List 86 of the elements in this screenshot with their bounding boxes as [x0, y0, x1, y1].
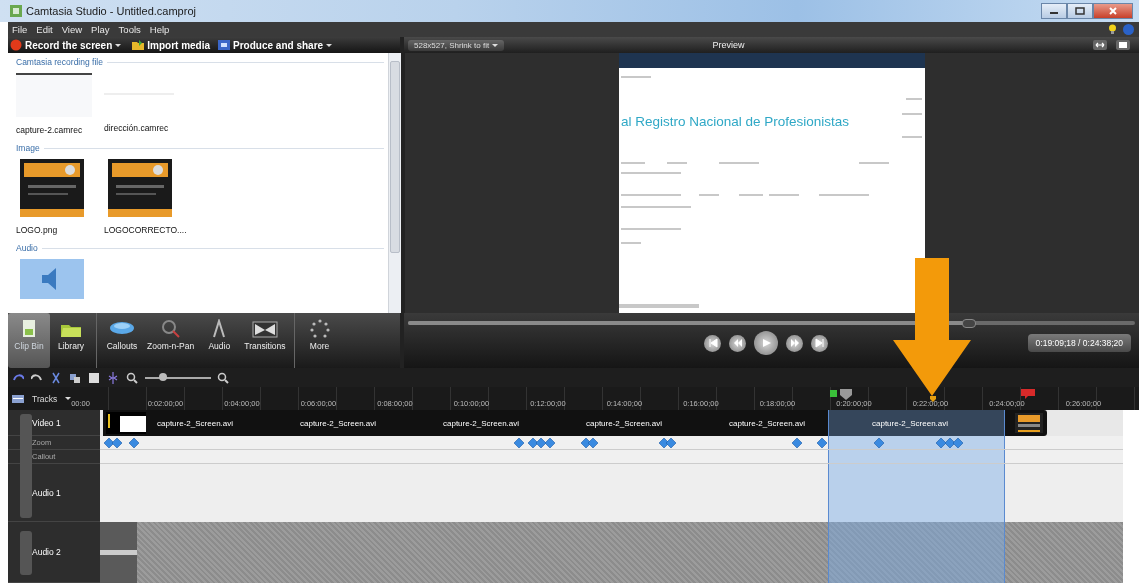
play-icon	[761, 338, 771, 348]
video-clip[interactable]: capture-2_Screen.avi capture-2_Screen.avi capture-2_Screen.avi capture-2_Screen.avi capture-2_Screen.avi capture-2_Screen.avi	[103, 410, 1047, 436]
task-tab[interactable]: Callouts	[101, 313, 143, 368]
preview-title: Preview	[711, 40, 746, 50]
caret-icon	[115, 43, 122, 47]
clip-bin-item[interactable]: LOGO.png	[16, 159, 104, 235]
track-name: Audio 1	[32, 487, 61, 498]
fast-forward-button[interactable]	[786, 334, 803, 352]
clip-bin-item[interactable]: capture-2.camrec	[16, 73, 104, 135]
size-dropdown[interactable]: 528x527, Shrink to fit	[408, 39, 505, 51]
play-button[interactable]	[754, 331, 778, 355]
menu-item[interactable]: Help	[149, 24, 170, 35]
task-tab[interactable]: Zoom-n-Pan	[143, 313, 199, 368]
page-heading: al Registro Nacional de Profesionistas	[621, 114, 850, 129]
cut-icon[interactable]	[50, 371, 62, 384]
start-marker-icon[interactable]	[830, 388, 854, 400]
menu-item[interactable]: Tools	[118, 24, 141, 35]
clip-thumbnail	[1015, 413, 1043, 433]
app-icon	[10, 5, 22, 17]
track-grip[interactable]	[20, 531, 32, 575]
clip-bin-item[interactable]: dirección.camrec	[104, 73, 192, 135]
maximize-icon	[1075, 7, 1085, 15]
menu-item[interactable]: Edit	[36, 24, 53, 35]
window-title: Camtasia Studio - Untitled.camproj	[26, 5, 197, 17]
tracks-icon	[12, 394, 24, 403]
copy-icon[interactable]	[69, 371, 81, 384]
skip-forward-icon	[814, 338, 825, 348]
clip-label: capture-2_Screen.avi	[585, 418, 664, 428]
rewind-icon	[732, 338, 743, 348]
track-name: Video 1	[32, 417, 61, 428]
menu-item[interactable]: File	[12, 24, 28, 35]
track-name: Audio 2	[32, 547, 61, 557]
toolbar-button[interactable]: Import media	[130, 39, 217, 51]
close-button[interactable]	[1093, 3, 1133, 19]
skip-back-icon	[707, 338, 718, 348]
minimize-button[interactable]	[1041, 3, 1067, 19]
import-icon	[132, 39, 145, 51]
task-tab[interactable]: Clip Bin	[8, 313, 50, 368]
clip-label: capture-2_Screen.avi	[442, 418, 521, 428]
toolbar-button[interactable]: Produce and share	[216, 39, 342, 51]
clip-bin-item[interactable]: LOGOCORRECTO....	[104, 159, 192, 235]
clip-label: capture-2_Screen.avi	[871, 418, 950, 428]
caret-icon	[492, 43, 499, 47]
image-thumbnail	[108, 159, 172, 217]
zoom-out-icon[interactable]	[126, 371, 138, 384]
slider-thumb[interactable]	[158, 372, 167, 381]
scrollbar[interactable]	[388, 53, 401, 313]
task-tab[interactable]: Audio	[198, 313, 241, 368]
clip-label: capture-2_Screen.avi	[299, 418, 378, 428]
menu-item[interactable]: View	[61, 24, 83, 35]
end-marker-icon[interactable]	[1021, 389, 1035, 399]
time-display: 0:19:09;18 / 0:24:38;20	[1027, 334, 1131, 352]
maximize-button[interactable]	[1067, 3, 1093, 19]
section-title: Camtasia recording file	[16, 57, 103, 67]
close-icon	[1108, 7, 1118, 15]
transitions-icon	[251, 319, 278, 339]
track-grip[interactable]	[20, 414, 32, 518]
zoom-slider[interactable]	[145, 376, 211, 379]
paste-icon[interactable]	[88, 371, 100, 384]
record-icon	[10, 39, 22, 51]
scrub-thumb[interactable]	[961, 319, 976, 328]
produce-icon	[218, 39, 231, 51]
detach-icon[interactable]	[1116, 40, 1130, 50]
menu-item[interactable]: Play	[91, 24, 110, 35]
rewind-button[interactable]	[729, 334, 746, 352]
task-tab[interactable]: Library	[50, 313, 92, 368]
skip-back-button[interactable]	[704, 334, 721, 352]
split-icon[interactable]	[107, 371, 119, 384]
skip-forward-button[interactable]	[811, 334, 828, 352]
clip-thumbnail	[106, 412, 146, 434]
toolbar-button[interactable]: Record the screen	[8, 39, 131, 51]
task-tab[interactable]: Transitions	[240, 313, 290, 368]
caret-icon	[65, 397, 72, 400]
task-tab[interactable]: More	[298, 313, 341, 368]
section-title: Image	[16, 143, 40, 153]
clip-label: capture-2_Screen.avi	[728, 418, 807, 428]
caret-icon	[326, 43, 333, 47]
fast-forward-icon	[789, 338, 800, 348]
fit-icon[interactable]	[1093, 40, 1107, 50]
clip-label: capture-2_Screen.avi	[156, 418, 235, 428]
image-thumbnail	[20, 159, 84, 217]
audio-clip[interactable]	[100, 522, 137, 583]
section-title: Audio	[16, 243, 38, 253]
tracks-button[interactable]: Tracks	[8, 387, 72, 410]
lightbulb-icon[interactable]	[1107, 24, 1118, 35]
zoom-in-icon[interactable]	[217, 371, 229, 384]
